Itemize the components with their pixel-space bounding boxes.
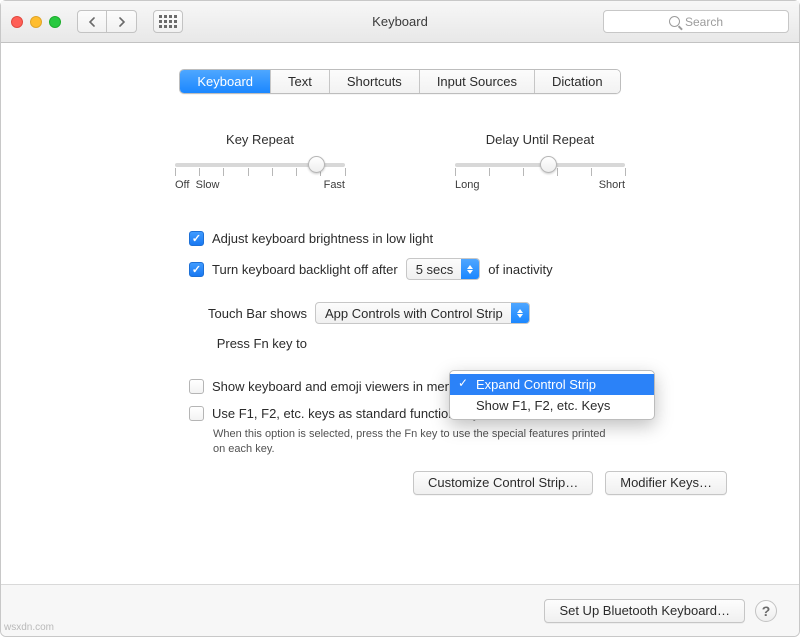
watermark: wsxdn.com <box>4 622 54 633</box>
chevron-updown-icon <box>511 303 529 323</box>
brightness-checkbox[interactable] <box>189 231 204 246</box>
show-viewers-label: Show keyboard and emoji viewers in menu … <box>212 379 482 394</box>
backlight-timeout-select[interactable]: 5 secs <box>406 258 481 280</box>
brightness-row: Adjust keyboard brightness in low light <box>189 231 767 246</box>
backlight-row: Turn keyboard backlight off after 5 secs… <box>189 258 767 280</box>
backlight-label-post: of inactivity <box>488 262 552 277</box>
brightness-label: Adjust keyboard brightness in low light <box>212 231 433 246</box>
show-all-button[interactable] <box>153 10 183 33</box>
tab-shortcuts[interactable]: Shortcuts <box>330 70 420 93</box>
content-pane: Keyboard Text Shortcuts Input Sources Di… <box>1 43 799 584</box>
backlight-label-pre: Turn keyboard backlight off after <box>212 262 398 277</box>
use-fkeys-sub: When this option is selected, press the … <box>213 427 613 457</box>
touchbar-select[interactable]: App Controls with Control Strip <box>315 302 530 324</box>
use-fkeys-checkbox[interactable] <box>189 406 204 421</box>
key-repeat-slider[interactable] <box>175 163 345 167</box>
close-icon[interactable] <box>11 16 23 28</box>
fn-option-fkeys[interactable]: Show F1, F2, etc. Keys <box>450 395 654 416</box>
grid-icon <box>159 15 177 28</box>
fn-option-expand[interactable]: Expand Control Strip <box>450 374 654 395</box>
touchbar-label: Touch Bar shows <box>189 306 307 321</box>
pref-tabs: Keyboard Text Shortcuts Input Sources Di… <box>179 69 620 94</box>
key-repeat-group: Key Repeat Off Slow Fast <box>175 132 345 191</box>
window-controls <box>11 16 61 28</box>
footer: Set Up Bluetooth Keyboard… ? <box>1 584 799 636</box>
fn-key-label: Press Fn key to <box>189 336 307 351</box>
titlebar: Keyboard Search <box>1 1 799 43</box>
search-icon <box>669 16 680 27</box>
backlight-checkbox[interactable] <box>189 262 204 277</box>
zoom-icon[interactable] <box>49 16 61 28</box>
delay-repeat-slider[interactable] <box>455 163 625 167</box>
customize-control-strip-button[interactable]: Customize Control Strip… <box>413 471 593 495</box>
tab-input-sources[interactable]: Input Sources <box>420 70 535 93</box>
back-button[interactable] <box>77 10 107 33</box>
forward-button[interactable] <box>107 10 137 33</box>
touchbar-row: Touch Bar shows App Controls with Contro… <box>189 302 767 324</box>
show-viewers-checkbox[interactable] <box>189 379 204 394</box>
help-button[interactable]: ? <box>755 600 777 622</box>
tab-text[interactable]: Text <box>271 70 330 93</box>
nav-segment <box>77 10 137 33</box>
chevron-updown-icon <box>461 259 479 279</box>
fn-key-row: Press Fn key to <box>189 336 767 351</box>
search-placeholder: Search <box>685 15 723 29</box>
bluetooth-keyboard-button[interactable]: Set Up Bluetooth Keyboard… <box>544 599 745 623</box>
keyboard-prefs-window: Keyboard Search Keyboard Text Shortcuts … <box>0 0 800 637</box>
key-repeat-title: Key Repeat <box>175 132 345 147</box>
search-field[interactable]: Search <box>603 10 789 33</box>
delay-repeat-group: Delay Until Repeat Long Short <box>455 132 625 191</box>
delay-repeat-title: Delay Until Repeat <box>455 132 625 147</box>
tab-keyboard[interactable]: Keyboard <box>180 70 271 93</box>
use-fkeys-label: Use F1, F2, etc. keys as standard functi… <box>212 406 486 421</box>
tab-dictation[interactable]: Dictation <box>535 70 620 93</box>
minimize-icon[interactable] <box>30 16 42 28</box>
modifier-keys-button[interactable]: Modifier Keys… <box>605 471 727 495</box>
fn-key-dropdown[interactable]: Expand Control Strip Show F1, F2, etc. K… <box>449 370 655 420</box>
